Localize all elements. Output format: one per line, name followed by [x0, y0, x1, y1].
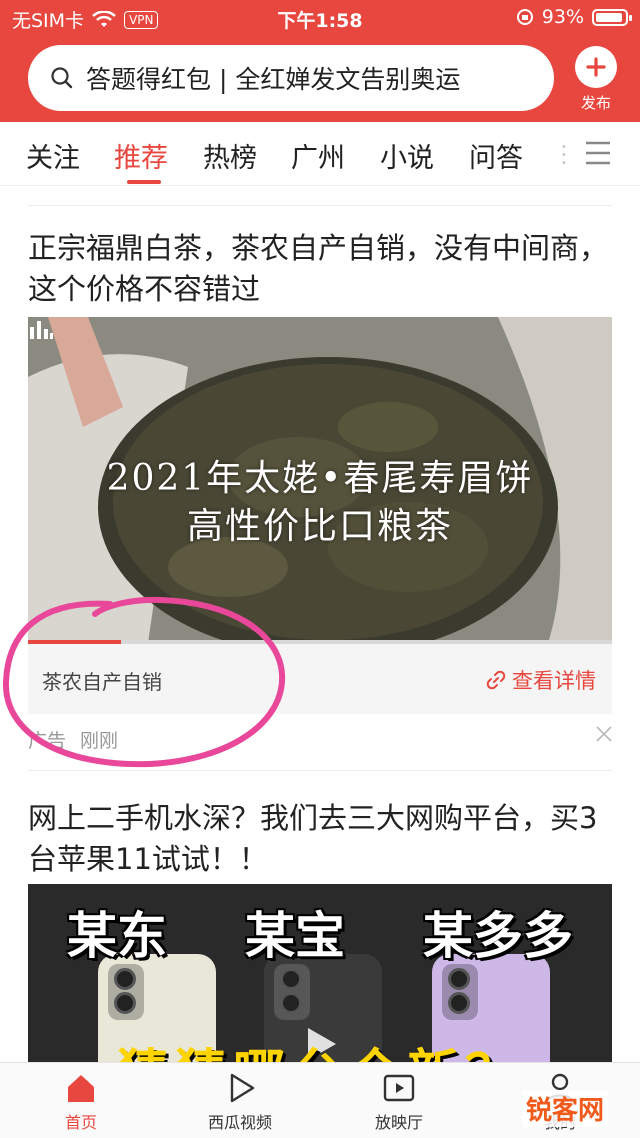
- nav-home[interactable]: 首页: [26, 1071, 136, 1133]
- article-video-thumbnail[interactable]: 某东 某宝 某多多 猜猜哪台全新？: [28, 884, 612, 1064]
- nav-label: 西瓜视频: [207, 1113, 272, 1132]
- tab-recommend[interactable]: 推荐: [114, 136, 168, 175]
- divider: [28, 770, 612, 771]
- thumb-bottom-caption: 猜猜哪台全新？: [28, 1032, 612, 1064]
- view-details-link[interactable]: 查看详情: [486, 665, 596, 695]
- tab-novel[interactable]: 小说: [380, 136, 434, 175]
- plus-icon: [575, 46, 617, 88]
- battery-percent: 93%: [541, 6, 584, 28]
- ad-title[interactable]: 正宗福鼎白茶，茶农自产自销，没有中间商，这个价格不容错过: [28, 228, 612, 310]
- ad-tag: 广告: [28, 730, 67, 752]
- close-icon[interactable]: [594, 724, 614, 744]
- link-icon: [486, 670, 506, 690]
- channel-menu-icon[interactable]: [584, 140, 612, 166]
- search-text: 答题得红包 | 全红婵发文告别奥运: [86, 65, 461, 94]
- article-title[interactable]: 网上二手机水深？我们去三大网购平台，买3台苹果11试试！！: [28, 798, 612, 880]
- thumb-word: 某多多: [423, 907, 573, 965]
- battery-icon: [592, 8, 632, 26]
- thumb-word: 某宝: [245, 907, 345, 965]
- nav-cinema[interactable]: 放映厅: [344, 1071, 454, 1133]
- app-header: 无SIM卡 VPN 下午1:58 93% 答题得红包 | 全红婵发文告别奥运 发…: [0, 0, 640, 122]
- search-icon: [51, 67, 73, 89]
- ad-video-thumbnail[interactable]: 2021年太姥•春尾寿眉饼 高性价比口粮茶: [28, 317, 612, 643]
- thumb-word: 某东: [67, 907, 167, 965]
- home-icon: [68, 1075, 94, 1102]
- watermark-logo: 锐客网: [522, 1090, 609, 1127]
- tab-follow[interactable]: 关注: [26, 136, 80, 175]
- nav-xigua-video[interactable]: 西瓜视频: [185, 1071, 295, 1133]
- ad-bar-text: 茶农自产自销: [42, 670, 162, 694]
- channel-tabs: 关注 推荐 热榜 广州 小说 问答 ⋮: [0, 122, 640, 186]
- tab-overflow-hint: ⋮: [552, 140, 576, 168]
- ad-meta: 广告 刚刚: [28, 726, 118, 753]
- screen-play-icon: [383, 1074, 415, 1102]
- play-outline-icon: [230, 1073, 255, 1103]
- rotation-lock-icon: [516, 9, 533, 25]
- status-bar: 无SIM卡 VPN 下午1:58 93%: [0, 0, 640, 36]
- nav-label: 首页: [64, 1113, 97, 1132]
- ad-caption-line1: 2021年太姥•春尾寿眉饼: [106, 458, 534, 499]
- divider: [28, 205, 612, 206]
- status-right: 93%: [516, 6, 632, 28]
- view-details-label: 查看详情: [512, 669, 596, 693]
- tab-guangzhou[interactable]: 广州: [291, 136, 345, 175]
- ad-caption-line2: 高性价比口粮茶: [186, 506, 453, 547]
- thumb-headline: 某东 某宝 某多多: [28, 896, 612, 968]
- publish-label: 发布: [580, 94, 611, 112]
- sound-bars-icon: [30, 321, 53, 339]
- ad-time: 刚刚: [80, 730, 119, 752]
- tab-qa[interactable]: 问答: [469, 136, 523, 175]
- nav-label: 放映厅: [374, 1113, 423, 1132]
- publish-button[interactable]: 发布: [568, 46, 624, 116]
- active-tab-indicator: [127, 180, 161, 184]
- tab-hot[interactable]: 热榜: [203, 136, 257, 175]
- ad-action-bar[interactable]: 茶农自产自销 查看详情: [28, 644, 612, 714]
- search-bar[interactable]: 答题得红包 | 全红婵发文告别奥运: [28, 45, 554, 111]
